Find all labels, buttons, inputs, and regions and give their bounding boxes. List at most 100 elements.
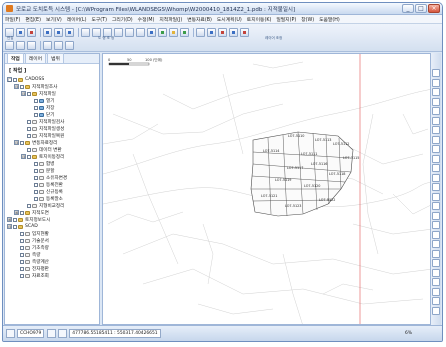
tree-checkbox[interactable] bbox=[20, 84, 24, 89]
edit-icon[interactable] bbox=[432, 116, 440, 125]
tree-checkbox[interactable] bbox=[20, 273, 24, 278]
fillet-icon[interactable] bbox=[432, 278, 440, 286]
tree-item[interactable]: ⊞ 지적도면 bbox=[7, 209, 99, 216]
join-icon[interactable] bbox=[432, 297, 440, 305]
menu-tools[interactable]: 도구(T) bbox=[91, 16, 107, 23]
tree-checkbox[interactable] bbox=[34, 182, 38, 187]
circle-tool-icon[interactable] bbox=[432, 145, 440, 153]
menu-parcel[interactable]: 일필지(P) bbox=[276, 16, 296, 23]
tree-checkbox[interactable] bbox=[20, 231, 24, 236]
maximize-button[interactable]: □ bbox=[415, 4, 427, 13]
globe-icon[interactable] bbox=[180, 27, 189, 37]
layer-icon[interactable] bbox=[158, 27, 167, 37]
snap-icon[interactable] bbox=[47, 329, 57, 338]
menu-draw[interactable]: 그리기(D) bbox=[112, 16, 133, 23]
tree-item[interactable]: ⊟ 지적파일 bbox=[7, 90, 99, 97]
measure-icon[interactable] bbox=[432, 192, 440, 201]
stop-icon[interactable] bbox=[240, 27, 249, 37]
tree-item[interactable]: ⊟ 지적파일조사 bbox=[7, 83, 99, 90]
tree-item[interactable]: 입지현황 bbox=[7, 230, 99, 237]
expand-toggle-icon[interactable]: □ bbox=[7, 77, 12, 82]
tree-checkbox[interactable] bbox=[13, 77, 17, 82]
text-tool-icon[interactable] bbox=[432, 164, 440, 172]
tree-checkbox[interactable] bbox=[20, 238, 24, 243]
select-icon[interactable] bbox=[147, 27, 156, 37]
menu-layer[interactable]: 레이어(L) bbox=[67, 16, 87, 23]
zoom-previous-icon[interactable] bbox=[125, 27, 134, 37]
offset-icon[interactable] bbox=[432, 249, 440, 258]
polygon-tool-icon[interactable] bbox=[432, 154, 440, 163]
tree-item[interactable]: 신규등록 bbox=[7, 188, 99, 195]
undo-icon[interactable] bbox=[54, 27, 63, 37]
expand-toggle-icon[interactable]: ⊟ bbox=[21, 154, 26, 159]
point-icon[interactable] bbox=[5, 40, 14, 50]
pan-icon[interactable] bbox=[136, 27, 145, 37]
tree-item[interactable]: 데이터 변환 bbox=[7, 146, 99, 153]
tree-item[interactable]: 소유자변경 bbox=[7, 174, 99, 181]
ortho-icon[interactable] bbox=[58, 329, 68, 338]
pointer-icon[interactable] bbox=[432, 69, 440, 77]
break-icon[interactable] bbox=[432, 287, 440, 296]
tree-item[interactable]: 지적파일복원 bbox=[7, 132, 99, 139]
tree-item[interactable]: 측량 bbox=[7, 251, 99, 258]
tree-checkbox[interactable] bbox=[34, 175, 38, 180]
tree-item[interactable]: 등록전환 bbox=[7, 181, 99, 188]
tree-item[interactable]: 기술문서 bbox=[7, 237, 99, 244]
zoom-in-icon[interactable] bbox=[81, 27, 90, 37]
open-file-icon[interactable] bbox=[16, 27, 25, 37]
scale-icon[interactable] bbox=[65, 40, 74, 50]
tree-checkbox[interactable] bbox=[27, 91, 31, 96]
layer-icon[interactable] bbox=[432, 107, 440, 115]
tree-checkbox[interactable] bbox=[20, 252, 24, 257]
tree-checkbox[interactable] bbox=[34, 105, 38, 110]
tree-item[interactable]: 지형비교정리 bbox=[7, 202, 99, 209]
redo-icon[interactable] bbox=[65, 27, 74, 37]
tree-checkbox[interactable] bbox=[34, 161, 38, 166]
tab-range[interactable]: 범위 bbox=[47, 53, 64, 63]
expand-toggle-icon[interactable]: ⊟ bbox=[14, 84, 19, 89]
expand-toggle-icon[interactable]: ⊞ bbox=[14, 210, 19, 215]
expand-toggle-icon[interactable]: ⊟ bbox=[7, 224, 12, 229]
rotate-icon[interactable] bbox=[54, 40, 63, 50]
tree-checkbox[interactable] bbox=[34, 98, 38, 103]
tree-item[interactable]: 열기 bbox=[7, 97, 99, 104]
menu-window[interactable]: 창(W) bbox=[301, 16, 314, 23]
tab-layer[interactable]: 레이어 bbox=[24, 53, 47, 63]
print-icon[interactable] bbox=[229, 27, 238, 37]
expand-toggle-icon[interactable]: ⊟ bbox=[14, 140, 19, 145]
copy-icon[interactable] bbox=[432, 221, 440, 229]
measure-icon[interactable] bbox=[169, 27, 178, 37]
tree-checkbox[interactable] bbox=[27, 154, 31, 159]
move-icon[interactable] bbox=[43, 40, 52, 50]
expand-toggle-icon[interactable]: ⊞ bbox=[7, 217, 12, 222]
menu-file[interactable]: 파일(F) bbox=[5, 16, 20, 23]
tree-checkbox[interactable] bbox=[20, 140, 24, 145]
minimize-button[interactable]: _ bbox=[402, 4, 414, 13]
tree-checkbox[interactable] bbox=[20, 266, 24, 271]
move-icon[interactable] bbox=[432, 211, 440, 220]
delete-icon[interactable] bbox=[218, 27, 227, 37]
tree-item[interactable]: 분할 bbox=[7, 167, 99, 174]
zoom-all-icon[interactable] bbox=[114, 27, 123, 37]
tree-item[interactable]: 지적파일검사 bbox=[7, 118, 99, 125]
tree-item[interactable]: 닫기 bbox=[7, 111, 99, 118]
menu-help[interactable]: 도움말(H) bbox=[319, 16, 340, 23]
tree-item[interactable]: 자료조회 bbox=[7, 272, 99, 279]
menu-edit[interactable]: 편집(E) bbox=[25, 16, 41, 23]
tree-item[interactable]: 합병 bbox=[7, 160, 99, 167]
close-button[interactable]: × bbox=[428, 4, 440, 13]
menu-urban-plan[interactable]: 도시계획(U) bbox=[217, 16, 242, 23]
tree-item[interactable]: 지적파일생성 bbox=[7, 125, 99, 132]
tree-checkbox[interactable] bbox=[27, 203, 31, 208]
rotate-icon[interactable] bbox=[432, 230, 440, 239]
tree-item[interactable]: ⊟ 변동자료정리 bbox=[7, 139, 99, 146]
tree-checkbox[interactable] bbox=[27, 147, 31, 152]
pan-icon[interactable] bbox=[432, 88, 440, 96]
expand-toggle-icon[interactable]: ⊟ bbox=[21, 91, 26, 96]
menu-view[interactable]: 보기(V) bbox=[46, 16, 62, 23]
tree-checkbox[interactable] bbox=[20, 259, 24, 264]
tree-checkbox[interactable] bbox=[34, 189, 38, 194]
status-icon[interactable] bbox=[6, 329, 15, 338]
tree-item[interactable]: 기초측량 bbox=[7, 244, 99, 251]
grid-icon[interactable] bbox=[196, 27, 205, 37]
